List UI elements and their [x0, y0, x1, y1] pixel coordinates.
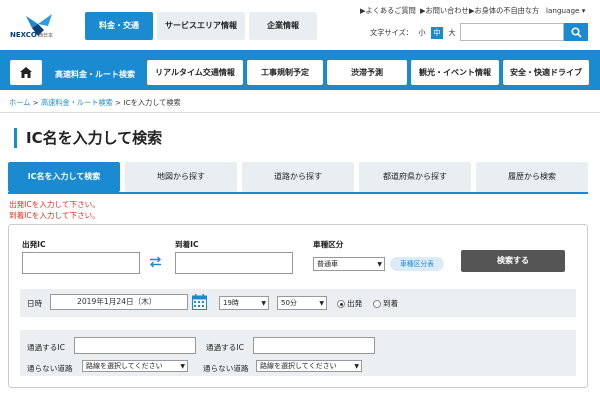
chevron-down-icon: ▼ [261, 299, 266, 307]
chevron-down-icon: ▼ [180, 362, 185, 370]
nav-realtime-traffic[interactable]: リアルタイム交通情報 [147, 60, 243, 85]
font-size-medium[interactable]: 中 [430, 27, 443, 39]
search-submit-button[interactable]: 検索する [461, 250, 565, 272]
breadcrumb-home[interactable]: ホーム [9, 98, 30, 107]
logo-brand: NEXCO [10, 31, 37, 39]
radio-icon [373, 300, 381, 308]
calendar-icon[interactable] [192, 294, 207, 312]
tab-underline [8, 192, 588, 194]
from-ic-input[interactable] [22, 252, 140, 274]
nav-construction[interactable]: 工事規制予定 [247, 60, 323, 85]
nav-home[interactable] [10, 60, 42, 85]
avoid-road-label-1: 通らない道路 [27, 364, 73, 373]
hour-select[interactable]: 19時 ▼ [219, 296, 269, 310]
avoid-road-select-2[interactable]: 路線を選択してください ▼ [256, 360, 362, 372]
divider [0, 112, 600, 113]
nav-toll-route-search[interactable]: 高速料金・ルート検索 [47, 58, 143, 90]
nav-safe-drive[interactable]: 安全・快適ドライブ [503, 60, 589, 85]
main-tab-tolls-traffic[interactable]: 料金・交通 [85, 12, 153, 40]
nexco-mark-icon [26, 14, 52, 36]
tab-map[interactable]: 地図から探す [125, 162, 237, 192]
vehicle-label: 車種区分 [313, 240, 344, 249]
site-search-input[interactable] [460, 23, 564, 41]
via-ic-input-2[interactable] [253, 337, 375, 354]
via-ic-label-2: 通過するIC [206, 343, 244, 352]
nexco-logo[interactable]: NEXCO 西日本 [8, 12, 70, 44]
vehicle-table-button[interactable]: 車種区分表 [390, 257, 444, 271]
tab-road[interactable]: 道路から探す [242, 162, 354, 192]
faq-link[interactable]: ▶よくあるご質問 [360, 6, 416, 16]
accessibility-link[interactable]: ▶お身体の不自由な方 [469, 6, 539, 16]
from-ic-label: 出発IC [22, 240, 46, 249]
breadcrumb: ホーム > 高速料金・ルート検索 > ICを入力して検索 [9, 98, 181, 107]
breadcrumb-current: ICを入力して検索 [123, 98, 181, 107]
tab-history[interactable]: 履歴から検索 [476, 162, 588, 192]
error-to-ic: 到着ICを入力して下さい。 [9, 211, 100, 220]
font-size-selector: 文字サイズ： 小 中 大 [370, 27, 458, 39]
radio-selected-icon [337, 300, 345, 308]
date-input[interactable]: 2019年1月24日（木） [50, 294, 188, 310]
font-size-large[interactable]: 大 [446, 27, 458, 39]
site-search-button[interactable] [564, 23, 588, 41]
minute-select[interactable]: 50分 ▼ [277, 296, 327, 310]
chevron-down-icon: ▼ [354, 362, 359, 370]
chevron-down-icon: ▼ [319, 299, 324, 307]
nav-sightseeing-events[interactable]: 観光・イベント情報 [411, 60, 499, 85]
chevron-down-icon: ▼ [377, 260, 382, 268]
nav-congestion-forecast[interactable]: 渋滞予測 [327, 60, 407, 85]
arrive-radio[interactable]: 到着 [373, 298, 398, 309]
title-accent [14, 128, 17, 148]
main-tab-service-area[interactable]: サービスエリア情報 [157, 12, 245, 40]
error-from-ic: 出発ICを入力して下さい。 [9, 200, 100, 209]
font-size-label: 文字サイズ： [370, 28, 413, 37]
swap-arrows-icon [149, 256, 161, 268]
via-ic-input-1[interactable] [74, 337, 196, 354]
language-link[interactable]: language ▾ [546, 6, 585, 15]
tab-ic-name[interactable]: IC名を入力して検索 [8, 162, 120, 192]
logo-sub: 西日本 [38, 33, 54, 39]
via-ic-label-1: 通過するIC [27, 343, 65, 352]
to-ic-label: 到着IC [175, 240, 199, 249]
chevron-down-icon: ▾ [579, 6, 586, 15]
page-title: IC名を入力して検索 [26, 129, 163, 147]
avoid-road-label-2: 通らない道路 [203, 364, 249, 373]
datetime-label: 日時 [27, 299, 43, 308]
home-icon [20, 67, 32, 78]
avoid-road-select-1[interactable]: 路線を選択してください ▼ [82, 360, 188, 372]
depart-radio[interactable]: 出発 [337, 298, 362, 309]
to-ic-input[interactable] [175, 252, 293, 274]
breadcrumb-section[interactable]: 高速料金・ルート検索 [41, 98, 113, 107]
tab-prefecture[interactable]: 都道府県から探す [359, 162, 471, 192]
search-icon [570, 26, 582, 38]
vehicle-select[interactable]: 普通車 ▼ [313, 257, 385, 271]
contact-link[interactable]: ▶お問い合わせ [420, 6, 469, 16]
font-size-small[interactable]: 小 [416, 27, 428, 39]
swap-button[interactable] [148, 255, 162, 269]
main-tab-company[interactable]: 企業情報 [249, 12, 317, 40]
